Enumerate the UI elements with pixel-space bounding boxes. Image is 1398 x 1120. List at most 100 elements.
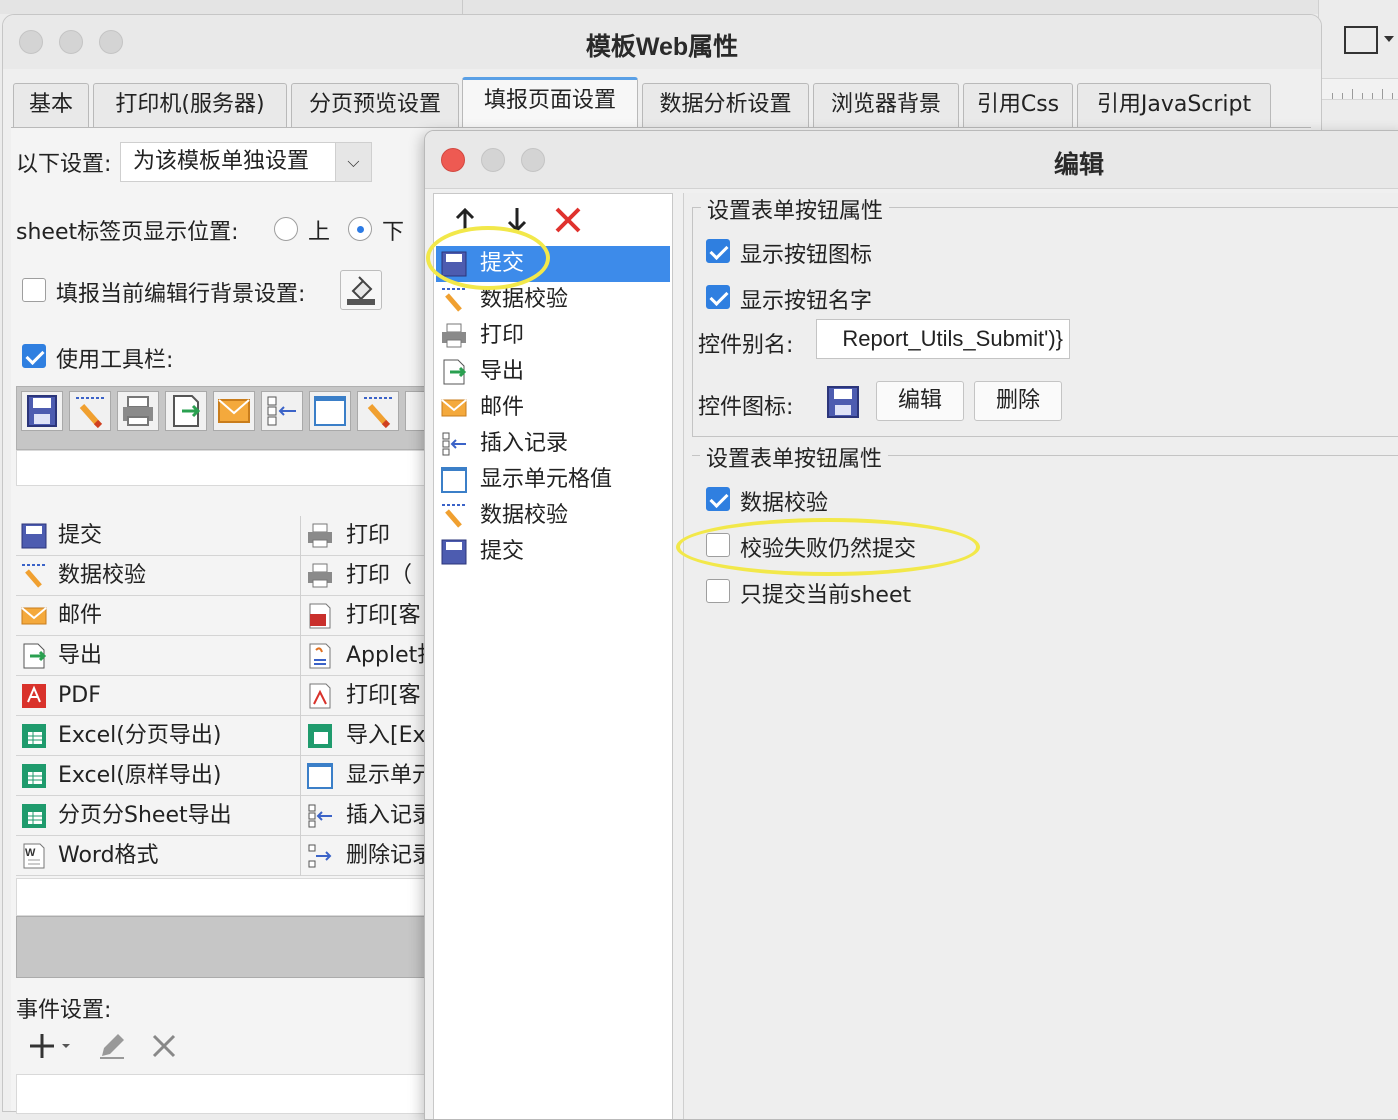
- tab-pagination-preview[interactable]: 分页预览设置: [291, 83, 459, 127]
- grid-row[interactable]: 提交 打印: [16, 516, 430, 556]
- grid-row[interactable]: Excel(原样导出) 显示单元: [16, 756, 434, 796]
- tab-printer-server[interactable]: 打印机(服务器): [93, 83, 287, 127]
- dialog-title-bar: 编辑: [425, 131, 1398, 189]
- grid-right-label: 插入记录: [346, 803, 435, 828]
- tab-basic[interactable]: 基本: [13, 83, 89, 127]
- edit-icon-button[interactable]: 编辑: [876, 381, 964, 421]
- toolbar-print-button[interactable]: [117, 391, 159, 431]
- show-icon-checkbox[interactable]: [706, 239, 730, 263]
- delete-icon-button[interactable]: 删除: [974, 381, 1062, 421]
- background-window-strip: [0, 0, 1398, 14]
- toolbar-insert-record-button[interactable]: [261, 391, 303, 431]
- list-item[interactable]: 邮件: [436, 390, 670, 426]
- excel-icon: [22, 724, 46, 748]
- grid-left-label: Word格式: [58, 843, 159, 868]
- alias-input[interactable]: Report_Utils_Submit')}: [816, 319, 1070, 359]
- list-item-label: 打印: [480, 323, 525, 348]
- list-item-label: 提交: [480, 539, 525, 564]
- paint-bucket-icon: [347, 276, 375, 305]
- submit-on-fail-label: 校验失败仍然提交: [740, 537, 917, 562]
- grid-right-label: 导入[Ex: [346, 723, 426, 748]
- move-down-icon[interactable]: [502, 204, 532, 236]
- move-up-icon[interactable]: [450, 204, 480, 236]
- grid-row[interactable]: 邮件 打印[客: [16, 596, 430, 636]
- grid-right-label: 打印[客: [346, 683, 421, 708]
- sheet-tab-bottom-label: 下: [382, 220, 405, 245]
- tab-css[interactable]: 引用Css: [963, 83, 1073, 127]
- tab-fill-page-settings[interactable]: 填报页面设置: [462, 77, 638, 127]
- pencil-icon: [364, 397, 392, 429]
- delete-icon[interactable]: [552, 204, 584, 236]
- ruler: [1322, 78, 1398, 100]
- toolbar-export-button[interactable]: [165, 391, 207, 431]
- icon-label: 控件图标:: [698, 395, 794, 420]
- grid-left-label: 数据校验: [58, 563, 147, 588]
- event-settings-label: 事件设置:: [16, 998, 112, 1023]
- applet-print-icon: [309, 643, 331, 669]
- list-item[interactable]: 插入记录: [436, 426, 670, 462]
- show-name-checkbox[interactable]: [706, 285, 730, 309]
- list-item[interactable]: 提交: [436, 246, 670, 282]
- grid-row[interactable]: W Word格式 删除记录: [16, 836, 434, 876]
- grid-row[interactable]: 数据校验 打印（: [16, 556, 430, 596]
- tab-data-analysis[interactable]: 数据分析设置: [642, 83, 809, 127]
- mail-icon: [218, 399, 250, 423]
- toolbar-cell-button[interactable]: [309, 391, 351, 431]
- grid-footer-bar: [16, 916, 430, 978]
- sheet-tab-bottom-radio[interactable]: [348, 217, 372, 241]
- cell-icon: [307, 763, 333, 789]
- data-verify-checkbox[interactable]: [706, 487, 730, 511]
- list-item[interactable]: 打印: [436, 318, 670, 354]
- title-bar: 模板Web属性: [3, 15, 1321, 69]
- grid-right-label: 打印[客: [346, 603, 421, 628]
- paint-bucket-button[interactable]: [340, 270, 382, 310]
- tab-browser-background[interactable]: 浏览器背景: [813, 83, 959, 127]
- list-item[interactable]: 提交: [436, 534, 670, 570]
- submit-current-sheet-label: 只提交当前sheet: [740, 583, 912, 608]
- selection-tool-icon[interactable]: [1344, 26, 1394, 54]
- alias-label: 控件别名:: [698, 333, 794, 358]
- toolbar-verify-button-2[interactable]: [357, 391, 399, 431]
- row-bg-checkbox[interactable]: [22, 278, 46, 302]
- toolbar-save-button[interactable]: [21, 391, 63, 431]
- grid-row[interactable]: 导出 Applet打: [16, 636, 439, 676]
- scope-select[interactable]: 为该模板单独设置 ⌵: [120, 142, 372, 182]
- list-item-label: 数据校验: [480, 503, 569, 528]
- use-toolbar-checkbox[interactable]: [22, 344, 46, 368]
- sheet-tab-position-label: sheet标签页显示位置:: [16, 220, 239, 245]
- svg-text:W: W: [25, 847, 36, 859]
- add-icon[interactable]: [26, 1030, 78, 1062]
- submit-current-sheet-checkbox[interactable]: [706, 579, 730, 603]
- mail-icon: [441, 399, 467, 417]
- remove-icon[interactable]: [148, 1030, 180, 1062]
- tab-javascript[interactable]: 引用JavaScript: [1077, 83, 1271, 127]
- grid-row[interactable]: PDF 打印[客: [16, 676, 430, 716]
- list-item[interactable]: 数据校验: [436, 498, 670, 534]
- toolbar-verify-button[interactable]: [69, 391, 111, 431]
- printer-icon: [308, 563, 332, 588]
- grid-empty-row: [16, 878, 430, 916]
- grid-right-label: 打印: [346, 523, 391, 548]
- excel-icon: [22, 764, 46, 788]
- word-icon: W: [23, 843, 45, 869]
- edit-icon[interactable]: [96, 1030, 128, 1062]
- data-verify-label: 数据校验: [740, 491, 829, 516]
- save-icon: [27, 395, 57, 427]
- list-item[interactable]: 显示单元格值: [436, 462, 670, 498]
- grid-left-label: PDF: [58, 683, 101, 708]
- grid-left-label: Excel(分页导出): [58, 723, 222, 748]
- submit-on-fail-checkbox[interactable]: [706, 533, 730, 557]
- dialog-title: 编辑: [1053, 151, 1104, 179]
- pdf-icon: [22, 684, 46, 708]
- list-item[interactable]: 数据校验: [436, 282, 670, 318]
- grid-row[interactable]: Excel(分页导出) 导入[Ex: [16, 716, 430, 756]
- sheet-tab-top-radio[interactable]: [274, 217, 298, 241]
- grid-right-label: 打印（: [346, 563, 413, 588]
- use-toolbar-label: 使用工具栏:: [56, 348, 174, 373]
- grid-row[interactable]: 分页分Sheet导出 插入记录: [16, 796, 434, 836]
- export-icon: [443, 359, 467, 385]
- list-item[interactable]: 导出: [436, 354, 670, 390]
- grid-right-label: 显示单元: [346, 763, 435, 788]
- list-item-label: 数据校验: [480, 287, 569, 312]
- toolbar-mail-button[interactable]: [213, 391, 255, 431]
